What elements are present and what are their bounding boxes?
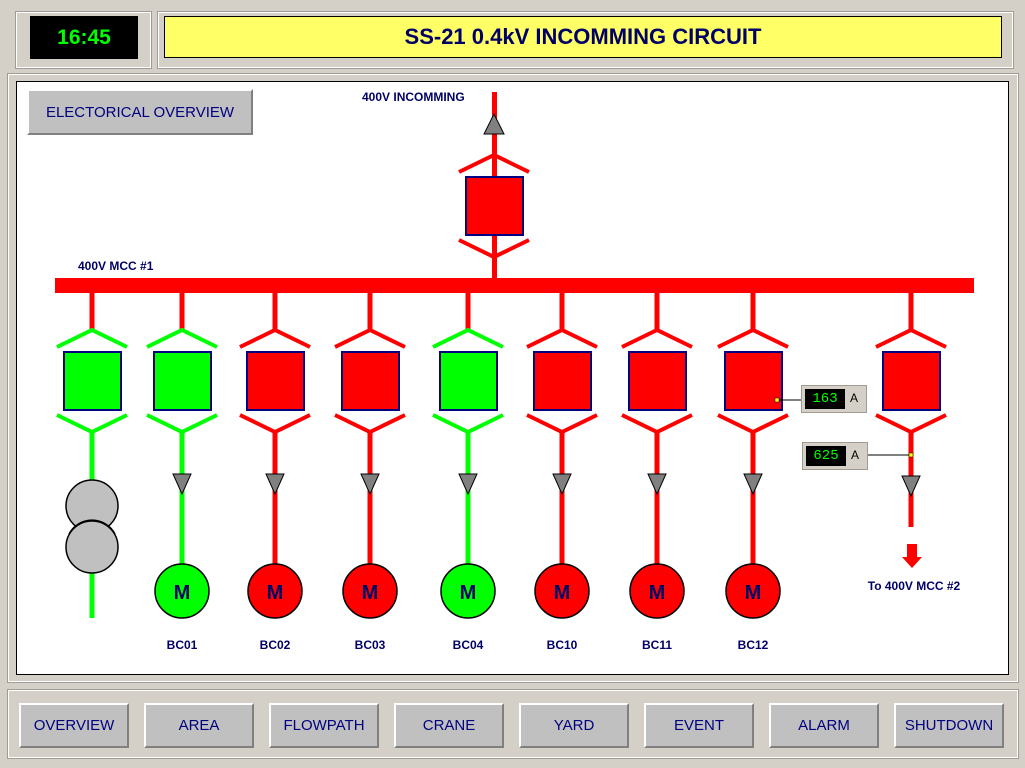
nav-button-shutdown[interactable]: SHUTDOWN [894,703,1004,748]
meter-unit: A [850,391,859,405]
nav-button-event[interactable]: EVENT [644,703,754,748]
electrical-overview-button[interactable]: ELECTORICAL OVERVIEW [27,89,253,135]
page-title: SS-21 0.4kV INCOMMING CIRCUIT [164,16,1002,58]
nav-button-yard[interactable]: YARD [519,703,629,748]
single-line-diagram [16,81,1009,675]
current-meter-outgoing: 625 A [802,442,868,470]
nav-button-flowpath[interactable]: FLOWPATH [269,703,379,748]
nav-button-crane[interactable]: CRANE [394,703,504,748]
meter-value: 625 [806,446,846,466]
current-meter-bc12: 163 A [801,385,867,413]
clock-display: 16:45 [30,16,138,59]
nav-button-area[interactable]: AREA [144,703,254,748]
meter-value: 163 [805,389,845,409]
nav-button-alarm[interactable]: ALARM [769,703,879,748]
meter-unit: A [851,448,860,462]
nav-button-overview[interactable]: OVERVIEW [19,703,129,748]
